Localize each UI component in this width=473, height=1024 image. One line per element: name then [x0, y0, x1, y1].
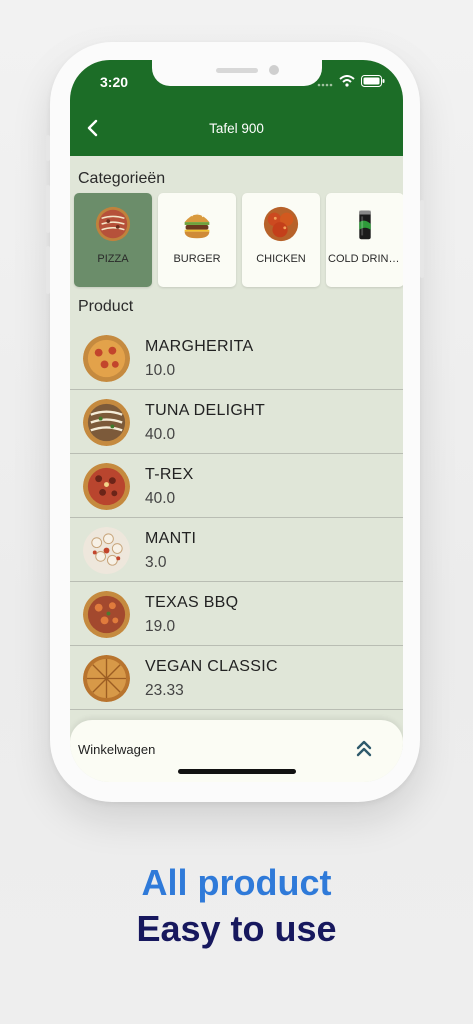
list-item[interactable]: T-REX 40.0: [70, 454, 403, 518]
list-item[interactable]: VEGAN CLASSIC 23.33: [70, 646, 403, 710]
list-item[interactable]: TEXAS BBQ 19.0: [70, 582, 403, 646]
list-item[interactable]: TUNA DELIGHT 40.0: [70, 390, 403, 454]
cold-drink-icon: [359, 210, 371, 240]
product-price: 40.0: [145, 490, 176, 507]
expand-cart-button[interactable]: [353, 737, 375, 759]
product-name: MARGHERITA: [145, 338, 254, 355]
pizza-thumbnail: [83, 399, 130, 446]
double-chevron-up-icon: [356, 740, 372, 757]
product-name: TUNA DELIGHT: [145, 402, 266, 419]
cart-label: Winkelwagen: [78, 742, 156, 757]
product-price: 23.33: [145, 682, 184, 699]
home-indicator: [178, 769, 296, 774]
volume-down-button: [46, 246, 50, 294]
category-burger[interactable]: BURGER: [158, 193, 236, 287]
product-price: 3.0: [145, 554, 167, 571]
notch: [152, 60, 322, 86]
page-title: Tafel 900: [209, 121, 264, 136]
battery-icon: [361, 74, 385, 92]
product-name: MANTI: [145, 530, 197, 547]
status-icons: [317, 74, 385, 92]
products-heading: Product: [78, 298, 134, 315]
product-price: 10.0: [145, 362, 176, 379]
app-screen: 3:20 Tafel 900 Categorieën PIZZA BURGER …: [70, 60, 403, 782]
speaker: [216, 68, 258, 73]
category-pizza[interactable]: PIZZA: [74, 193, 152, 287]
product-price: 40.0: [145, 426, 176, 443]
category-label: BURGER: [173, 253, 221, 265]
category-label: CHICKEN: [256, 253, 306, 265]
chicken-icon: [263, 206, 299, 242]
category-list: PIZZA BURGER CHICKEN COLD DRINKS: [74, 193, 403, 287]
pizza-thumbnail: [83, 463, 130, 510]
promo-headline: All product: [141, 862, 332, 903]
pizza-thumbnail: [83, 591, 130, 638]
product-price: 19.0: [145, 618, 176, 635]
category-cold-drinks[interactable]: COLD DRINKS: [326, 193, 403, 287]
volume-up-button: [46, 185, 50, 233]
wifi-icon: [339, 74, 355, 92]
product-list: MARGHERITA 10.0 TUNA DELIGHT 40.0 T-REX …: [70, 326, 403, 710]
categories-heading: Categorieën: [78, 170, 166, 187]
category-label: PIZZA: [97, 253, 129, 265]
pizza-thumbnail: [83, 335, 130, 382]
power-button: [420, 200, 424, 278]
product-name: TEXAS BBQ: [145, 594, 239, 611]
product-name: VEGAN CLASSIC: [145, 658, 278, 675]
camera: [269, 65, 279, 75]
list-item[interactable]: MANTI 3.0: [70, 518, 403, 582]
burger-icon: [184, 212, 210, 239]
manti-thumbnail: [83, 527, 130, 574]
promo-subheadline: Easy to use: [136, 908, 337, 949]
mute-switch: [46, 135, 50, 161]
pizza-thumbnail: [83, 655, 130, 702]
cart-sheet[interactable]: Winkelwagen: [70, 720, 403, 782]
product-name: T-REX: [145, 466, 194, 483]
status-time: 3:20: [100, 74, 129, 90]
category-label: COLD DRINKS: [328, 253, 402, 265]
pizza-icon: [95, 206, 131, 242]
category-chicken[interactable]: CHICKEN: [242, 193, 320, 287]
list-item[interactable]: MARGHERITA 10.0: [70, 326, 403, 390]
